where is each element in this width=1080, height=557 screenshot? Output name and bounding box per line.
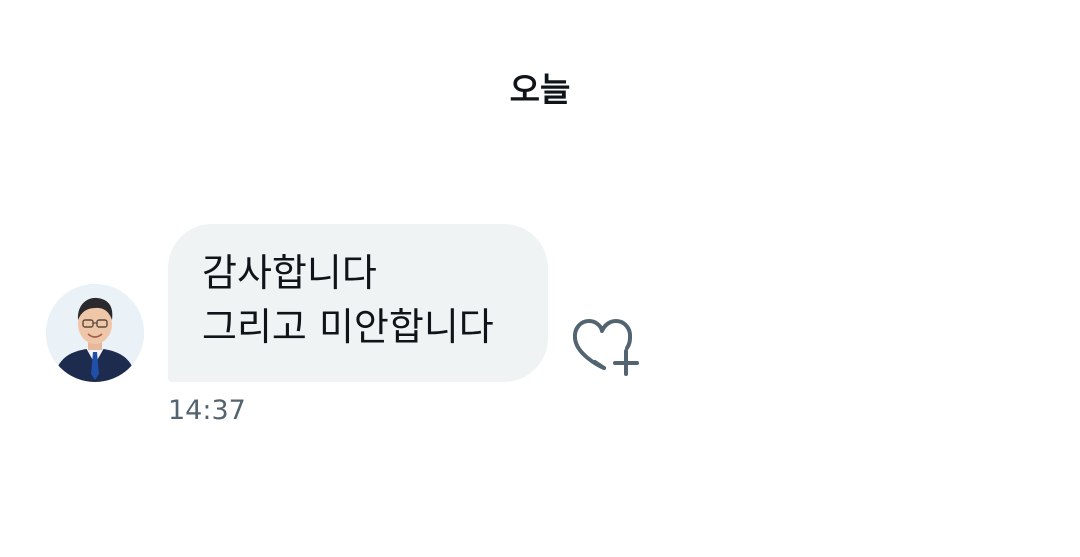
date-divider: 오늘 (509, 70, 571, 109)
message-bubble[interactable]: 감사합니다 그리고 미안합니다 (168, 224, 548, 382)
message-timestamp: 14:37 (168, 395, 246, 426)
message-line: 감사합니다 (202, 251, 377, 295)
sender-avatar[interactable] (46, 284, 144, 382)
heart-plus-icon[interactable] (568, 316, 642, 380)
message-line: 그리고 미안합니다 (202, 305, 494, 349)
